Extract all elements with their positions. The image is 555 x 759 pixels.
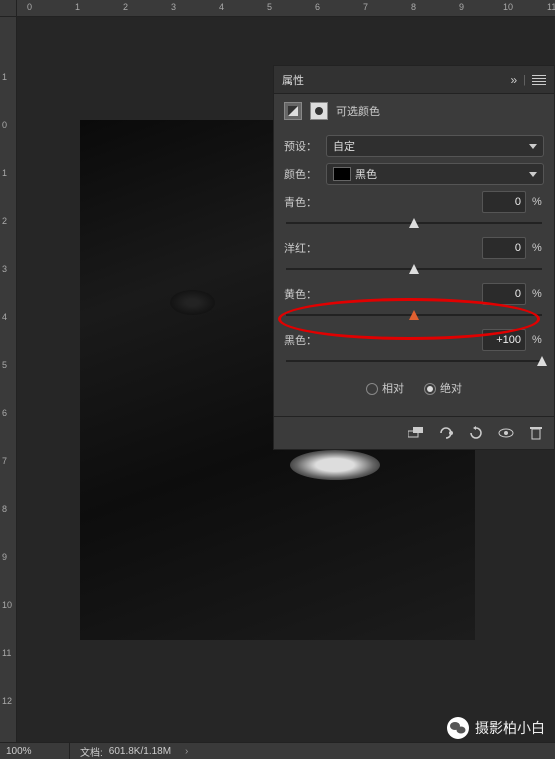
percent-label: % xyxy=(532,334,544,346)
cyan-input[interactable] xyxy=(482,191,526,213)
image-detail xyxy=(170,290,215,315)
watermark: 摄影柏小白 xyxy=(447,717,545,739)
preset-value: 自定 xyxy=(333,138,355,154)
panel-menu-icon[interactable] xyxy=(532,75,546,85)
visibility-icon[interactable] xyxy=(498,425,514,441)
color-swatch-black xyxy=(333,167,351,181)
colors-value: 黑色 xyxy=(355,166,377,182)
panel-footer xyxy=(274,416,554,449)
absolute-label: 绝对 xyxy=(440,383,462,395)
properties-panel: 属性 » | 可选颜色 预设： 自定 颜色： 黑色 xyxy=(273,65,555,450)
preset-label: 预设： xyxy=(284,138,320,154)
clip-to-layer-icon[interactable] xyxy=(408,425,424,441)
ruler-vertical: 1 0 1 2 3 4 5 6 7 8 9 10 11 12 xyxy=(0,17,17,742)
yellow-label: 黄色： xyxy=(284,286,476,302)
collapse-icon[interactable]: » xyxy=(510,73,517,87)
ruler-corner xyxy=(0,0,17,17)
black-input[interactable] xyxy=(482,329,526,351)
document-info[interactable]: 文档:601.8K/1.18M xyxy=(70,744,188,759)
yellow-input[interactable] xyxy=(482,283,526,305)
trash-icon[interactable] xyxy=(528,425,544,441)
status-bar: 100% 文档:601.8K/1.18M xyxy=(0,742,555,759)
ruler-horizontal: 0 1 2 3 4 5 6 7 8 9 10 11 xyxy=(17,0,555,17)
wechat-icon xyxy=(447,717,469,739)
magenta-label: 洋红： xyxy=(284,240,476,256)
absolute-radio[interactable]: 绝对 xyxy=(424,380,462,396)
panel-tab-properties[interactable]: 属性 xyxy=(282,72,304,88)
black-slider[interactable] xyxy=(286,358,542,368)
black-label: 黑色： xyxy=(284,332,476,348)
colors-label: 颜色： xyxy=(284,166,320,182)
magenta-slider[interactable] xyxy=(286,266,542,276)
percent-label: % xyxy=(532,242,544,254)
percent-label: % xyxy=(532,196,544,208)
zoom-level[interactable]: 100% xyxy=(0,743,70,759)
cyan-slider[interactable] xyxy=(286,220,542,230)
mask-icon[interactable] xyxy=(310,102,328,120)
adjustment-header: 可选颜色 xyxy=(274,94,554,128)
image-detail xyxy=(290,450,380,480)
relative-radio[interactable]: 相对 xyxy=(366,380,404,396)
watermark-text: 摄影柏小白 xyxy=(475,718,545,738)
percent-label: % xyxy=(532,288,544,300)
previous-state-icon[interactable] xyxy=(438,425,454,441)
relative-label: 相对 xyxy=(382,383,404,395)
magenta-input[interactable] xyxy=(482,237,526,259)
adjustment-title: 可选颜色 xyxy=(336,103,380,119)
cyan-label: 青色： xyxy=(284,194,476,210)
colors-select[interactable]: 黑色 xyxy=(326,163,544,185)
divider: | xyxy=(523,74,526,86)
panel-header: 属性 » | xyxy=(274,66,554,94)
yellow-slider[interactable] xyxy=(286,312,542,322)
adjustment-type-icon[interactable] xyxy=(284,102,302,120)
reset-icon[interactable] xyxy=(468,425,484,441)
preset-select[interactable]: 自定 xyxy=(326,135,544,157)
